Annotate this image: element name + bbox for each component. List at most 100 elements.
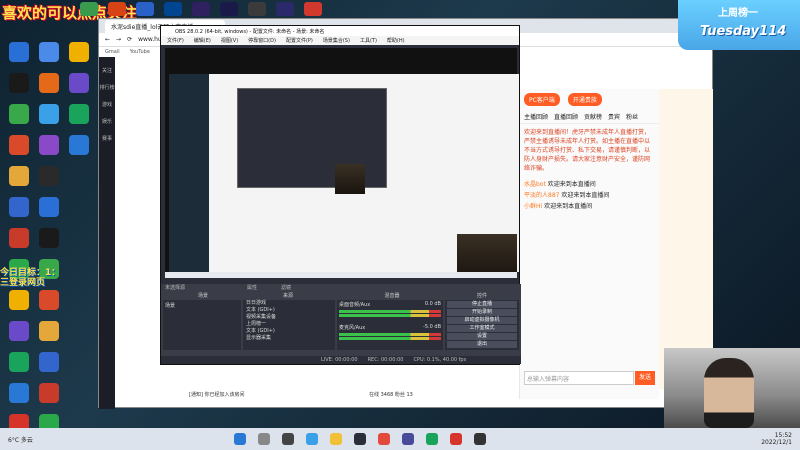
- desktop-app-icon[interactable]: [4, 321, 34, 342]
- filters-button[interactable]: 滤镜: [281, 284, 291, 291]
- photoshop-icon[interactable]: [164, 2, 182, 16]
- app-icon[interactable]: [276, 2, 294, 16]
- app-icon[interactable]: [450, 433, 462, 445]
- sidebar-item-games[interactable]: 游戏: [99, 101, 115, 108]
- properties-button[interactable]: 属性: [247, 284, 257, 291]
- premiere-icon[interactable]: [192, 2, 210, 16]
- desktop-app-icon[interactable]: [64, 135, 94, 156]
- desktop-app-icon[interactable]: [34, 42, 64, 63]
- search-icon[interactable]: [258, 433, 270, 445]
- desktop-app-icon[interactable]: [4, 73, 34, 94]
- tab-anchor-review[interactable]: 主播回顾: [524, 112, 548, 121]
- taskbar-clock[interactable]: 15:52 2022/12/1: [761, 432, 792, 446]
- control-button[interactable]: 退出: [447, 341, 517, 348]
- desktop-app-icon[interactable]: [4, 228, 34, 249]
- desktop-app-icon[interactable]: [34, 73, 64, 94]
- desktop-app-icon[interactable]: [34, 290, 64, 311]
- menu-edit[interactable]: 编辑(E): [194, 37, 211, 44]
- tab-vip[interactable]: 贵宾: [608, 112, 620, 121]
- desktop-app-icon[interactable]: [34, 352, 64, 373]
- menu-docks[interactable]: 停靠窗口(D): [248, 37, 276, 44]
- control-button[interactable]: 停止直播: [447, 301, 517, 308]
- control-button[interactable]: 工作室模式: [447, 325, 517, 332]
- control-button[interactable]: 设置: [447, 333, 517, 340]
- source-item[interactable]: 文本 (GDI+): [243, 307, 335, 314]
- desktop-app-icon[interactable]: [4, 352, 34, 373]
- room-footer-stats: 在线 3468 粉丝 13: [369, 392, 413, 398]
- controls-dock-header: 控件: [476, 293, 487, 299]
- windows-taskbar: 6°C 多云 15:52 2022/12/1: [0, 428, 800, 450]
- desktop-app-icon[interactable]: [64, 73, 94, 94]
- aftereffects-icon[interactable]: [220, 2, 238, 16]
- bookmark-gmail[interactable]: Gmail: [105, 49, 120, 55]
- desktop-app-icon[interactable]: [4, 42, 34, 63]
- app-icon[interactable]: [136, 2, 154, 16]
- menu-profile[interactable]: 配置文件(P): [286, 37, 313, 44]
- send-button[interactable]: 发送: [635, 371, 655, 385]
- menu-view[interactable]: 视图(V): [221, 37, 238, 44]
- menu-help[interactable]: 帮助(H): [387, 37, 405, 44]
- wechat-icon[interactable]: [426, 433, 438, 445]
- obs-preview[interactable]: [165, 48, 519, 278]
- app-icon[interactable]: [248, 2, 266, 16]
- reload-icon[interactable]: ⟳: [127, 36, 132, 43]
- pc-client-button[interactable]: PC客户端: [524, 93, 560, 106]
- sources-dock: 日日游戏 文本 (GDI+) 视频采集设备 上周榜一 文本 (GDI+) 显示器采集: [243, 300, 335, 350]
- noble-button[interactable]: 开通贵族: [567, 93, 602, 106]
- source-item[interactable]: 视频采集设备: [243, 314, 335, 321]
- source-item[interactable]: 文本 (GDI+): [243, 328, 335, 335]
- desktop-app-icon[interactable]: [34, 197, 64, 218]
- app-icon[interactable]: [402, 433, 414, 445]
- taskbar-apps: [230, 433, 490, 445]
- source-item[interactable]: 日日游戏: [243, 300, 335, 307]
- source-item[interactable]: 上周榜一: [243, 321, 335, 328]
- desktop-app-icon[interactable]: [4, 383, 34, 404]
- menu-scene-collection[interactable]: 场景集合(S): [323, 37, 350, 44]
- desktop-app-icon[interactable]: [34, 383, 64, 404]
- desktop-app-icon[interactable]: [34, 321, 64, 342]
- obs-titlebar[interactable]: OBS 28.0.2 (64-bit, windows) - 配置文件: 未命名…: [161, 26, 519, 36]
- app-icon[interactable]: [474, 433, 486, 445]
- weather-widget[interactable]: 6°C 多云: [8, 435, 33, 444]
- desktop-app-icon[interactable]: [64, 104, 94, 125]
- tab-fans[interactable]: 粉丝: [626, 112, 638, 121]
- tab-live-review[interactable]: 直播回顾: [554, 112, 578, 121]
- back-icon[interactable]: ←: [105, 36, 110, 43]
- scene-item[interactable]: 场景: [163, 300, 241, 311]
- source-item[interactable]: 显示器采集: [243, 335, 335, 342]
- desktop-app-icon[interactable]: [4, 166, 34, 187]
- event-banner[interactable]: [659, 89, 713, 389]
- desktop-app-icon[interactable]: [34, 228, 64, 249]
- app-icon[interactable]: [108, 2, 126, 16]
- room-top-actions: PC客户端 开通贵族: [520, 89, 659, 110]
- edge-icon[interactable]: [306, 433, 318, 445]
- sidebar-item-follow[interactable]: 关注: [99, 67, 115, 74]
- explorer-icon[interactable]: [330, 433, 342, 445]
- obs-icon[interactable]: [354, 433, 366, 445]
- sidebar-item-events[interactable]: 赛事: [99, 135, 115, 142]
- desktop-app-icon[interactable]: [4, 104, 34, 125]
- desktop-app-icon[interactable]: [4, 197, 34, 218]
- desktop-app-icon[interactable]: [34, 166, 64, 187]
- task-view-icon[interactable]: [282, 433, 294, 445]
- chat-input[interactable]: 总输入弹幕内容: [524, 371, 634, 385]
- desktop-app-icon[interactable]: [34, 135, 64, 156]
- start-icon[interactable]: [234, 433, 246, 445]
- menu-tools[interactable]: 工具(T): [360, 37, 377, 44]
- top-fan-badge: 上周榜一 Tuesday114: [678, 0, 800, 50]
- sidebar-item-ent[interactable]: 娱乐: [99, 118, 115, 125]
- menu-file[interactable]: 文件(F): [167, 37, 184, 44]
- app-icon[interactable]: [304, 2, 322, 16]
- desktop-app-icon[interactable]: [64, 42, 94, 63]
- tab-contribution[interactable]: 贡献榜: [584, 112, 602, 121]
- sidebar-item-rank[interactable]: 排行榜: [99, 84, 115, 91]
- forward-icon[interactable]: →: [116, 36, 121, 43]
- bookmark-youtube[interactable]: YouTube: [130, 49, 150, 55]
- chrome-icon[interactable]: [378, 433, 390, 445]
- control-button[interactable]: 启动虚拟摄像机: [447, 317, 517, 324]
- app-icon[interactable]: [80, 2, 98, 16]
- desktop-app-icon[interactable]: [4, 290, 34, 311]
- control-button[interactable]: 开始录制: [447, 309, 517, 316]
- desktop-app-icon[interactable]: [34, 104, 64, 125]
- desktop-app-icon[interactable]: [4, 135, 34, 156]
